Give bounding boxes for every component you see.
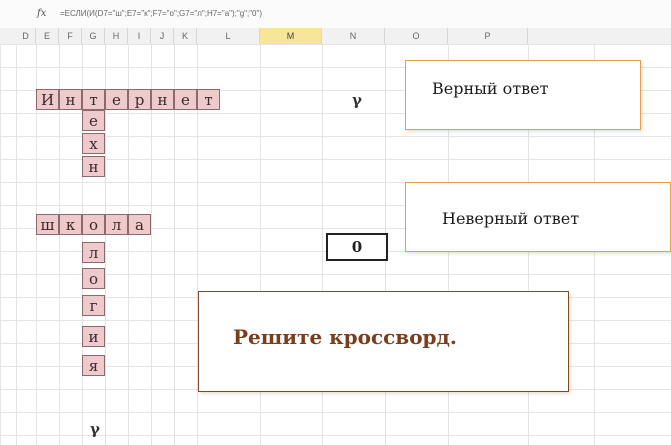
crossword-cell[interactable]: я: [82, 355, 105, 376]
crossword-cell[interactable]: и: [82, 326, 105, 347]
crossword-cell[interactable]: л: [82, 242, 105, 263]
column-headers: D E F G H I J K L M N O P: [0, 28, 671, 45]
crossword-cell[interactable]: е: [174, 89, 197, 110]
crossword-cell[interactable]: а: [128, 214, 151, 235]
crossword-cell[interactable]: р: [128, 89, 151, 110]
crossword-cell[interactable]: т: [82, 89, 105, 110]
crossword-cell[interactable]: о: [82, 214, 105, 235]
crossword-cell[interactable]: И: [36, 89, 59, 110]
formula-bar[interactable]: fx =ЕСЛИ(И(D7="ш";E7="к";F7="о";G7="л";H…: [0, 0, 671, 29]
callout-wrong-answer: Неверный ответ: [405, 182, 671, 252]
crossword-cell[interactable]: к: [59, 214, 82, 235]
crossword-cell[interactable]: х: [82, 133, 105, 154]
crossword-cell[interactable]: о: [82, 268, 105, 289]
column-header-h[interactable]: H: [105, 28, 128, 44]
result-cell-shkola[interactable]: 0: [326, 233, 388, 261]
column-header-g[interactable]: G: [82, 28, 105, 44]
crossword-cell[interactable]: е: [82, 110, 105, 131]
column-header-m[interactable]: M: [260, 28, 322, 44]
column-header-p[interactable]: P: [448, 28, 528, 44]
column-header-i[interactable]: I: [128, 28, 151, 44]
column-header-f[interactable]: F: [59, 28, 82, 44]
grid-line: [16, 44, 17, 445]
crossword-cell[interactable]: л: [105, 214, 128, 235]
formula-text[interactable]: =ЕСЛИ(И(D7="ш";E7="к";F7="о";G7="л";H7="…: [60, 9, 262, 18]
column-header-e[interactable]: E: [36, 28, 59, 44]
crossword-cell[interactable]: н: [82, 156, 105, 177]
crossword-cell[interactable]: н: [151, 89, 174, 110]
column-header-j[interactable]: J: [151, 28, 174, 44]
result-mark-tehnologiya: γ: [90, 420, 100, 438]
crossword-cell[interactable]: ш: [36, 214, 59, 235]
crossword-cell[interactable]: т: [197, 89, 220, 110]
result-mark-internet: γ: [352, 91, 362, 109]
column-header-n[interactable]: N: [322, 28, 385, 44]
crossword-cell[interactable]: е: [105, 89, 128, 110]
fx-icon[interactable]: fx: [37, 8, 46, 19]
crossword-cell[interactable]: н: [59, 89, 82, 110]
callout-task: Решите кроссворд.: [198, 291, 569, 392]
crossword-cell[interactable]: г: [82, 295, 105, 316]
callout-correct-answer: Верный ответ: [405, 60, 641, 130]
column-header-d[interactable]: D: [16, 28, 36, 44]
column-header-k[interactable]: K: [174, 28, 197, 44]
column-header-l[interactable]: L: [197, 28, 260, 44]
column-header-o[interactable]: O: [385, 28, 448, 44]
